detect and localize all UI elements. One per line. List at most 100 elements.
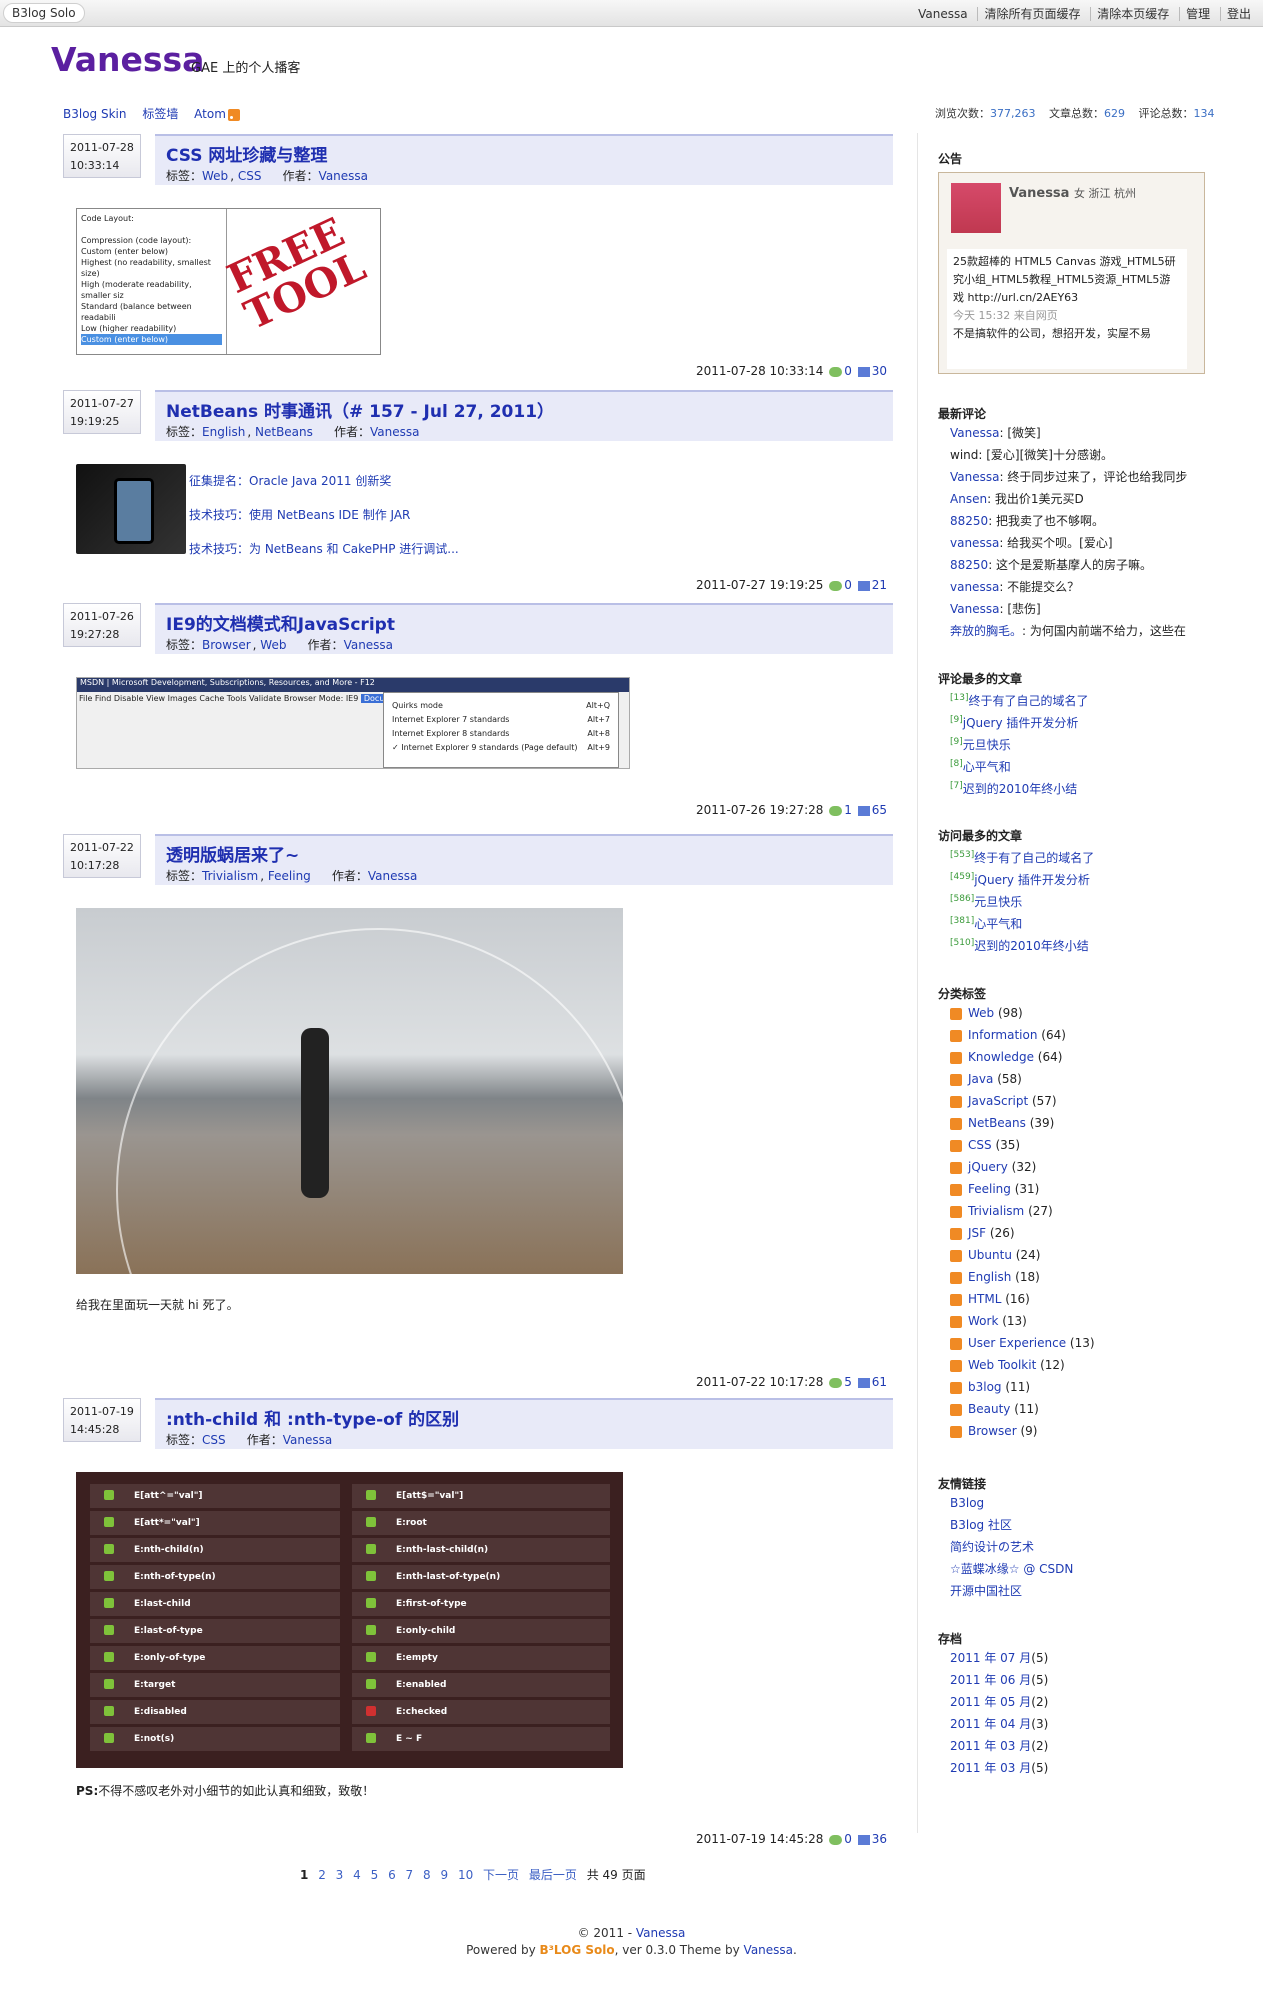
archive-item: 2011 年 03 月(2) <box>950 1739 1049 1753</box>
archive: 存档 2011 年 07 月(5) 2011 年 06 月(5) 2011 年 … <box>938 1630 1203 1779</box>
author-link[interactable]: Vanessa <box>319 169 368 183</box>
view-count[interactable]: 36 <box>872 1832 887 1846</box>
skin-link[interactable]: B3log Skin <box>63 107 126 121</box>
post-header: CSS 网址珍藏与整理 标签：Web, CSS 作者：Vanessa <box>155 134 893 185</box>
post-title[interactable]: NetBeans 时事通讯（# 157 - Jul 27, 2011） <box>166 397 554 422</box>
page-link[interactable]: 2 <box>318 1868 326 1882</box>
comment-count[interactable]: 5 <box>844 1375 852 1389</box>
post-title[interactable]: 透明版蜗居来了~ <box>166 841 299 866</box>
recent-comments: 最新评论 Vanessa: [微笑] wind: [爱心][微笑]十分感谢。 V… <box>938 405 1203 642</box>
tag-wall-link[interactable]: 标签墙 <box>142 107 178 121</box>
post-header: NetBeans 时事通讯（# 157 - Jul 27, 2011） 标签：E… <box>155 390 893 441</box>
archive-item: 2011 年 04 月(3) <box>950 1717 1049 1731</box>
author-link[interactable]: Vanessa <box>283 1433 332 1447</box>
page-link[interactable]: 6 <box>388 1868 396 1882</box>
comment-item: Vanessa: [微笑] <box>950 426 1041 440</box>
comment-count[interactable]: 0 <box>844 1832 852 1846</box>
post-title[interactable]: IE9的文档模式和JavaScript <box>166 610 395 635</box>
post-title[interactable]: CSS 网址珍藏与整理 <box>166 141 327 166</box>
comment-icon <box>829 1834 843 1845</box>
friend-link[interactable]: 开源中国社区 <box>950 1584 1022 1598</box>
user-link[interactable]: Vanessa <box>912 7 973 21</box>
article-item: [9]元旦快乐 <box>950 737 1011 752</box>
page-current: 1 <box>300 1868 309 1882</box>
theme-author-link[interactable]: Vanessa <box>744 1943 793 1957</box>
tag-link[interactable]: NetBeans <box>255 425 313 439</box>
view-count[interactable]: 65 <box>872 803 887 817</box>
tag-link[interactable]: Browser <box>202 638 251 652</box>
tag-item: Work (13) <box>950 1310 1203 1332</box>
last-page-link[interactable]: 最后一页 <box>529 1868 577 1882</box>
phone-image[interactable] <box>76 464 186 554</box>
post-header: IE9的文档模式和JavaScript 标签：Browser, Web 作者：V… <box>155 603 893 654</box>
view-count[interactable]: 61 <box>872 1375 887 1389</box>
friend-links-title: 友情链接 <box>938 1477 987 1491</box>
comment-count[interactable]: 0 <box>844 364 852 378</box>
footer-owner-link[interactable]: Vanessa <box>636 1926 685 1940</box>
tag-link[interactable]: English <box>202 425 245 439</box>
views-count: 377,263 <box>990 107 1036 120</box>
comment-count[interactable]: 1 <box>844 803 852 817</box>
post-link[interactable]: 技术技巧：使用 NetBeans IDE 制作 JAR <box>189 508 410 522</box>
friend-link[interactable]: 简约设计の艺术 <box>950 1540 1034 1554</box>
post-link[interactable]: 技术技巧：为 NetBeans 和 CakePHP 进行调试... <box>189 542 459 556</box>
tag-link[interactable]: Trivialism <box>202 869 258 883</box>
view-count[interactable]: 21 <box>872 578 887 592</box>
tag-item: JavaScript (57) <box>950 1090 1203 1112</box>
post: 2011-07-22 10:17:28 透明版蜗居来了~ 标签：Trivialis… <box>63 834 893 1394</box>
atom-link[interactable]: Atom <box>194 107 240 121</box>
page-link[interactable]: 4 <box>353 1868 361 1882</box>
comment-item: 88250: 把我卖了也不够啊。 <box>950 514 1105 528</box>
avatar[interactable] <box>951 183 1001 233</box>
tag-item: HTML (16) <box>950 1288 1203 1310</box>
page-link[interactable]: 10 <box>458 1868 473 1882</box>
tag-categories: 分类标签 Web (98) Information (64) Knowledge… <box>938 985 1203 1442</box>
post-meta: 标签：CSS 作者：Vanessa <box>166 1433 333 1447</box>
clear-page-cache-link[interactable]: 清除本页缓存 <box>1090 7 1176 21</box>
page-link[interactable]: 8 <box>423 1868 431 1882</box>
friend-link[interactable]: ☆蓝蝶冰缘☆ @ CSDN <box>950 1562 1073 1576</box>
post-image[interactable]: Code Layout: Compression (code layout): C… <box>76 208 381 355</box>
clear-all-cache-link[interactable]: 清除所有页面缓存 <box>977 7 1087 21</box>
post-title[interactable]: :nth-child 和 :nth-type-of 的区别 <box>166 1405 459 1430</box>
post-date: 2011-07-22 10:17:28 <box>63 834 141 878</box>
author-link[interactable]: Vanessa <box>368 869 417 883</box>
brand-link[interactable]: B3log Solo <box>3 3 85 23</box>
bubble-house-photo[interactable] <box>76 908 623 1274</box>
friend-link[interactable]: B3log <box>950 1496 984 1510</box>
view-icon <box>857 805 870 816</box>
comment-count[interactable]: 0 <box>844 578 852 592</box>
page-link[interactable]: 5 <box>371 1868 379 1882</box>
logout-link[interactable]: 登出 <box>1219 7 1257 21</box>
author-link[interactable]: Vanessa <box>370 425 419 439</box>
blog-stats: 浏览次数：377,263 文章总数：629 评论总数：134 <box>935 105 1225 121</box>
comment-item: Ansen: 我出价1美元买D <box>950 492 1084 506</box>
devtools-image[interactable]: MSDN | Microsoft Development, Subscripti… <box>76 677 630 769</box>
post: 2011-07-28 10:33:14 CSS 网址珍藏与整理 标签：Web, C… <box>63 134 893 384</box>
blog-title[interactable]: Vanessa <box>51 40 204 79</box>
author-link[interactable]: Vanessa <box>344 638 393 652</box>
view-icon <box>857 580 870 591</box>
tag-link[interactable]: CSS <box>202 1433 226 1447</box>
admin-link[interactable]: 管理 <box>1179 7 1217 21</box>
next-page-link[interactable]: 下一页 <box>483 1868 519 1882</box>
image-titlebar: MSDN | Microsoft Development, Subscripti… <box>77 678 629 692</box>
rss-icon <box>227 108 240 121</box>
page-link[interactable]: 9 <box>440 1868 448 1882</box>
b3log-logo[interactable]: B³LOG Solo <box>540 1943 615 1957</box>
nav-links: B3log Skin 标签墙 Atom <box>63 105 252 122</box>
tag-link[interactable]: CSS <box>238 169 262 183</box>
post-footer: 2011-07-27 19:19:25 0 21 <box>695 578 887 592</box>
page-link[interactable]: 3 <box>336 1868 344 1882</box>
tag-link[interactable]: Web <box>202 169 228 183</box>
tag-link[interactable]: Web <box>260 638 286 652</box>
post-date: 2011-07-19 14:45:28 <box>63 1398 141 1442</box>
tag-link[interactable]: Feeling <box>268 869 311 883</box>
notice-title: 公告 <box>938 152 963 166</box>
friend-link[interactable]: B3log 社区 <box>950 1518 1012 1532</box>
post-link[interactable]: 征集提名：Oracle Java 2011 创新奖 <box>189 474 391 488</box>
view-count[interactable]: 30 <box>872 364 887 378</box>
css-selectors-image[interactable]: E[att^="val"] E[att$="val"] E[att*="val"… <box>76 1472 623 1768</box>
post-ps: PS:不得不感叹老外对小细节的如此认真和细致，致敬！ <box>76 1784 375 1798</box>
page-link[interactable]: 7 <box>406 1868 414 1882</box>
